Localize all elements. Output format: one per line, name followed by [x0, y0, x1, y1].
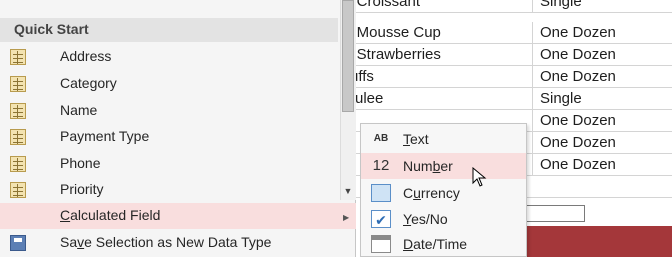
scrollbar-thumb[interactable] [342, 0, 354, 112]
accelerator-key: u [413, 185, 421, 201]
menu-item-label: Address [60, 48, 112, 64]
menu-item-label: Name [60, 102, 98, 118]
table-field-icon [10, 156, 26, 172]
table-row[interactable]: te Strawberries One Dozen [340, 44, 672, 66]
checkbox-type-icon: ✔ [371, 210, 391, 228]
menu-item-label: Priority [60, 181, 104, 197]
submenu-item-label: Number [403, 158, 453, 174]
quantity-cell[interactable]: One Dozen [532, 44, 672, 66]
table-field-icon [10, 182, 26, 198]
accelerator-key: b [432, 158, 441, 174]
quantity-cell[interactable]: Single [532, 0, 672, 13]
number-type-icon: 12 [372, 157, 390, 174]
quantity-cell[interactable]: One Dozen [532, 22, 672, 44]
accelerator-key: D [403, 236, 414, 252]
table-field-icon [10, 49, 26, 65]
mouse-pointer-icon [472, 167, 487, 187]
field-type-menu: Quick Start Address Category Name Paymen… [0, 0, 356, 257]
table-field-icon [10, 129, 26, 145]
submenu-item-label: Date/Time [403, 236, 468, 252]
quick-start-header: Quick Start [0, 18, 338, 42]
product-cell[interactable]: te Mousse Cup [340, 22, 532, 44]
save-data-type-icon [10, 235, 26, 251]
quantity-cell[interactable]: One Dozen [532, 66, 672, 88]
table-row[interactable]: Brulee Single [340, 88, 672, 110]
menu-item-category[interactable]: Category [0, 71, 338, 97]
quantity-cell[interactable]: One Dozen [532, 154, 672, 176]
submenu-item-currency[interactable]: Currency [361, 180, 526, 206]
scroll-down-arrow-icon[interactable]: ▼ [340, 183, 356, 200]
quantity-cell[interactable]: One Dozen [532, 132, 672, 154]
submenu-arrow-icon: ▶ [343, 213, 350, 222]
table-row[interactable]: te Mousse Cup One Dozen [340, 22, 672, 44]
menu-item-name[interactable]: Name [0, 98, 338, 124]
calculated-field-label-rest: alculated Field [70, 207, 161, 223]
submenu-item-yes-no[interactable]: ✔ Yes/No [361, 206, 526, 232]
table-field-icon [10, 76, 26, 92]
quantity-cell[interactable]: One Dozen [532, 110, 672, 132]
menu-item-save-selection[interactable]: Save Selection as New Data Type [0, 230, 338, 256]
submenu-item-number[interactable]: 12 Number [361, 153, 526, 179]
product-cell[interactable]: te Croissant [340, 0, 532, 13]
menu-item-label: Phone [60, 155, 101, 171]
product-cell[interactable]: Puffs [340, 66, 532, 88]
table-field-icon [10, 103, 26, 119]
menu-header-label: Quick Start [14, 21, 89, 37]
submenu-item-label: Currency [403, 185, 460, 201]
accelerator-key: v [77, 234, 85, 250]
menu-item-payment-type[interactable]: Payment Type [0, 124, 338, 150]
submenu-item-text[interactable]: AB Text [361, 126, 526, 152]
accelerator-key: T [403, 131, 410, 147]
calendar-type-icon [371, 235, 391, 253]
menu-item-label: Calculated Field [60, 207, 160, 223]
product-cell[interactable]: Brulee [340, 88, 532, 110]
menu-item-priority[interactable]: Priority [0, 177, 338, 203]
accelerator-key: C [60, 207, 71, 223]
menu-item-label: Payment Type [60, 128, 150, 144]
table-row[interactable]: te Croissant Single [340, 0, 672, 13]
calculated-field-submenu: AB Text 12 Number Currency ✔ Yes/No Date… [360, 123, 527, 257]
currency-type-icon [371, 184, 391, 202]
table-row[interactable]: Puffs One Dozen [340, 66, 672, 88]
submenu-item-date-time[interactable]: Date/Time [361, 231, 526, 257]
status-bar [520, 226, 672, 257]
menu-item-label: Category [60, 75, 117, 91]
submenu-item-label: Yes/No [403, 211, 448, 227]
quantity-cell[interactable]: Single [532, 88, 672, 110]
menu-item-phone[interactable]: Phone [0, 151, 338, 177]
menu-item-calculated-field[interactable]: Calculated Field ▶ [0, 203, 356, 229]
menu-item-label: Save Selection as New Data Type [60, 234, 272, 250]
menu-item-address[interactable]: Address [0, 44, 338, 70]
accelerator-key: Y [403, 211, 412, 227]
text-type-icon: AB [373, 133, 389, 144]
product-cell[interactable]: te Strawberries [340, 44, 532, 66]
submenu-item-label: Text [403, 131, 429, 147]
